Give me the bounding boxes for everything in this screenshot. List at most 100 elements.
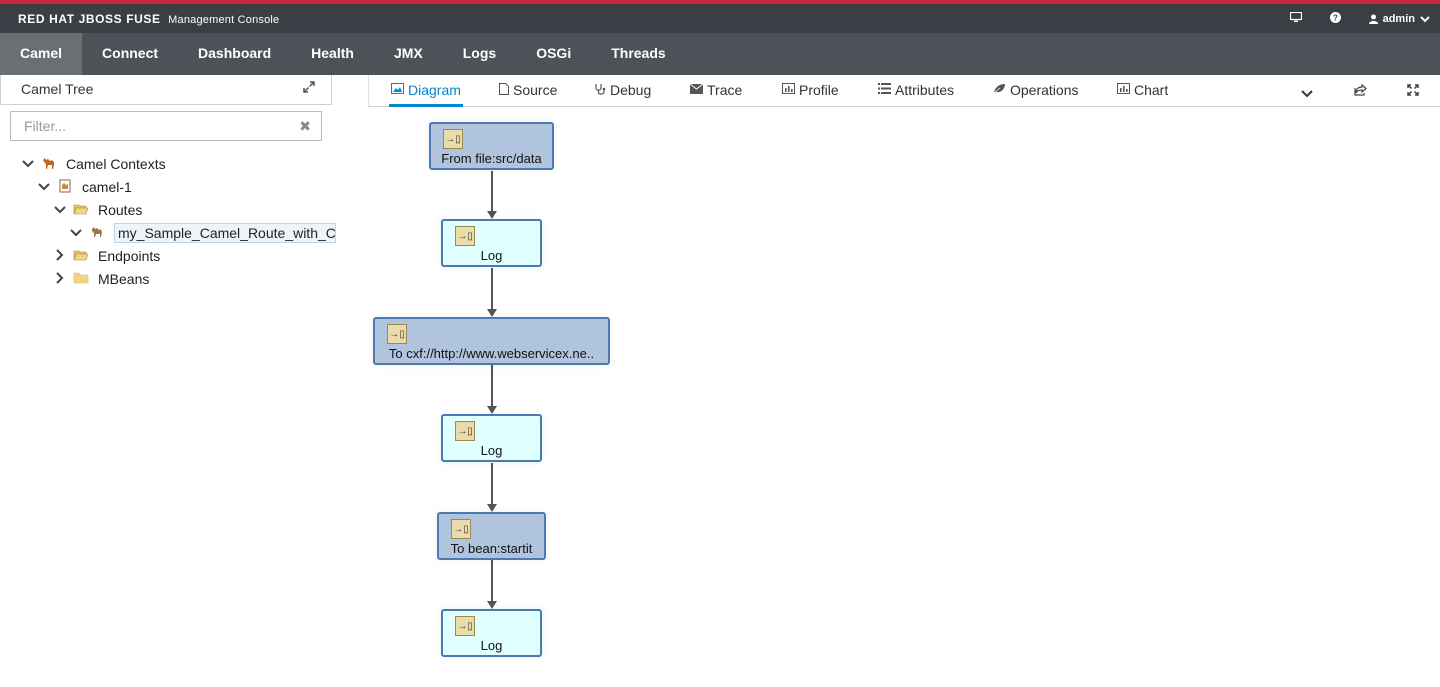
arrow-head (487, 504, 497, 512)
tree-label: Routes (98, 202, 143, 218)
tab-label: Diagram (408, 82, 461, 98)
tree-node-camel-contexts[interactable]: Camel Contexts (20, 153, 166, 175)
nav-dashboard[interactable]: Dashboard (178, 33, 291, 75)
endpoint-icon: →▯ (455, 226, 475, 246)
tab-diagram[interactable]: Diagram (389, 82, 463, 107)
diagram-node-to-bean[interactable]: →▯ To bean:startit (437, 512, 546, 560)
envelope-icon (689, 83, 704, 97)
file-icon (499, 82, 509, 98)
clear-icon[interactable]: ✖ (299, 118, 311, 135)
tree-node-camel-1[interactable]: camel-1 (36, 176, 132, 198)
tree-filter: ✖ (10, 111, 322, 141)
tree-node-routes[interactable]: Routes (52, 199, 142, 221)
tree-node-mbeans[interactable]: MBeans (52, 268, 149, 290)
node-label: To cxf://http://www.webservicex.ne.. (388, 346, 595, 361)
nav-jmx[interactable]: JMX (374, 33, 443, 75)
content-panel: Diagram Source Debug Trace Profile Attri… (368, 75, 1440, 687)
chevron-down-icon[interactable] (20, 157, 36, 171)
tree-label: camel-1 (82, 179, 132, 195)
connector (491, 171, 493, 215)
connector (491, 365, 493, 410)
list-icon (878, 83, 891, 97)
picture-icon (391, 83, 404, 97)
endpoint-icon: →▯ (443, 129, 463, 149)
route-icon (88, 225, 106, 242)
expand-icon[interactable] (303, 80, 315, 96)
endpoint-icon: →▯ (455, 421, 475, 441)
chevron-right-icon[interactable] (52, 248, 68, 264)
connector (491, 560, 493, 605)
tab-label: Source (513, 82, 558, 98)
filter-input[interactable] (11, 112, 281, 140)
folder-icon (72, 272, 90, 287)
monitor-icon[interactable] (1289, 11, 1302, 26)
tree-label: Camel Contexts (66, 156, 166, 172)
user-icon (1368, 14, 1378, 24)
chevron-down-icon[interactable] (52, 203, 68, 217)
node-label: Log (480, 443, 503, 458)
tab-label: Attributes (895, 82, 955, 98)
node-label: Log (480, 248, 503, 263)
tree-label: MBeans (98, 271, 150, 287)
tab-label: Operations (1010, 82, 1079, 98)
svg-text:?: ? (1333, 14, 1338, 23)
share-icon[interactable] (1354, 83, 1367, 99)
tab-debug[interactable]: Debug (595, 82, 651, 98)
connector (491, 463, 493, 508)
stethoscope-icon (595, 83, 606, 98)
tree-node-endpoints[interactable]: Endpoints (52, 245, 160, 267)
node-label: Log (480, 638, 503, 653)
chevron-right-icon[interactable] (52, 271, 68, 287)
context-icon (56, 179, 74, 196)
diagram-node-log[interactable]: →▯ Log (441, 609, 542, 657)
tree-label-selected: my_Sample_Camel_Route_with_CXF (114, 223, 336, 243)
diagram-node-from[interactable]: →▯ From file:src/data (429, 122, 554, 170)
arrow-head (487, 309, 497, 317)
main-nav: Camel Connect Dashboard Health JMX Logs … (0, 33, 1440, 75)
nav-health[interactable]: Health (291, 33, 374, 75)
chevron-down-icon[interactable] (1301, 85, 1313, 101)
tab-source[interactable]: Source (499, 82, 557, 98)
tab-label: Profile (799, 82, 839, 98)
route-diagram: →▯ From file:src/data →▯ Log →▯ To cxf:/… (368, 109, 1440, 687)
tab-label: Trace (707, 82, 743, 98)
leaf-icon (993, 83, 1006, 97)
nav-threads[interactable]: Threads (591, 33, 685, 75)
tab-attributes[interactable]: Attributes (878, 82, 954, 98)
diagram-node-log[interactable]: →▯ Log (441, 414, 542, 462)
tree-label: Endpoints (98, 248, 161, 264)
chevron-down-icon[interactable] (36, 180, 52, 194)
fullscreen-icon[interactable] (1407, 83, 1419, 99)
camel-tree-panel: Camel Tree ✖ Camel Contexts camel-1 (0, 75, 336, 687)
tree-header: Camel Tree (0, 75, 332, 105)
connector (491, 268, 493, 313)
tab-label: Chart (1134, 82, 1169, 98)
nav-connect[interactable]: Connect (82, 33, 178, 75)
tab-trace[interactable]: Trace (689, 82, 743, 98)
nav-osgi[interactable]: OSGi (516, 33, 591, 75)
node-label: To bean:startit (450, 541, 533, 556)
arrow-head (487, 406, 497, 414)
brand-subtitle: Management Console (168, 14, 280, 26)
tree-node-route[interactable]: my_Sample_Camel_Route_with_CXF (68, 222, 336, 244)
arrow-head (487, 601, 497, 609)
tab-operations[interactable]: Operations (993, 82, 1078, 98)
endpoint-icon: →▯ (387, 324, 407, 344)
brand-name: RED HAT JBOSS FUSE (18, 12, 161, 26)
folder-open-icon (72, 203, 90, 218)
tab-chart[interactable]: Chart (1117, 82, 1168, 98)
user-name: admin (1382, 13, 1415, 25)
tabs-bar: Diagram Source Debug Trace Profile Attri… (368, 75, 1440, 107)
tab-profile[interactable]: Profile (782, 82, 839, 98)
endpoint-icon: →▯ (451, 519, 471, 539)
user-menu[interactable]: admin (1368, 13, 1430, 25)
endpoint-icon: →▯ (455, 616, 475, 636)
nav-camel[interactable]: Camel (0, 33, 83, 75)
nav-logs[interactable]: Logs (443, 33, 516, 75)
diagram-node-log[interactable]: →▯ Log (441, 219, 542, 267)
chevron-down-icon[interactable] (68, 226, 84, 240)
top-header: RED HAT JBOSS FUSE Management Console ? … (0, 0, 1440, 33)
help-icon[interactable]: ? (1329, 12, 1341, 26)
diagram-node-to-cxf[interactable]: →▯ To cxf://http://www.webservicex.ne.. (373, 317, 610, 365)
header-actions: ? admin (1289, 11, 1430, 26)
